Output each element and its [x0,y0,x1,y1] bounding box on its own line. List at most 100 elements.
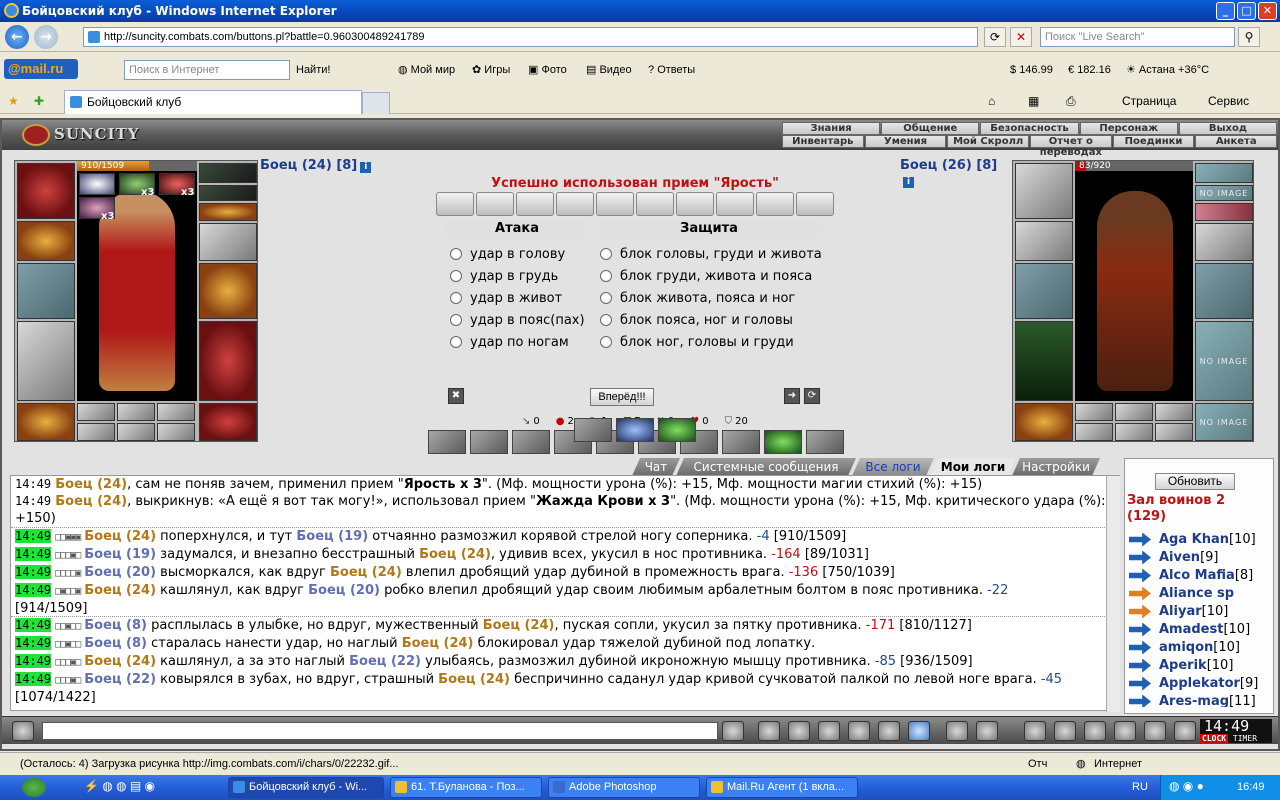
log-scrollbar[interactable] [1106,476,1120,712]
favorites-star-icon[interactable]: ★ [8,94,19,108]
task-agent[interactable]: Mail.Ru Агент (1 вкла... [706,777,858,798]
player-avatar[interactable]: x3 x3 x3 [77,171,197,401]
pocket-slot-2[interactable] [117,403,155,421]
lock-icon[interactable] [1144,721,1166,741]
enemy-offhand-slot[interactable] [1195,263,1253,319]
scroll-slot-4[interactable] [556,192,594,216]
photo-link[interactable]: ▣ Фото [528,60,567,80]
live-search-input[interactable]: Поиск "Live Search" [1040,27,1235,47]
add-favorites-icon[interactable]: ✚ [34,94,44,108]
weapon-slot[interactable] [17,263,75,319]
belt-slot[interactable] [17,403,75,441]
scroll-icon[interactable] [1084,721,1106,741]
refresh-battle-icon[interactable]: ⟳ [804,388,820,404]
service-menu[interactable]: Сервис [1208,94,1249,108]
close-button[interactable]: ✕ [1258,2,1277,20]
menu-security[interactable]: Безопасность [980,122,1079,135]
refresh-button[interactable]: Обновить [1155,473,1235,490]
attack-chest-option[interactable]: удар в грудь [446,266,558,288]
back-arrow-icon[interactable]: ← [5,25,29,49]
walk-icon[interactable] [848,721,870,741]
gloves-slot[interactable] [199,223,257,261]
go-button[interactable]: Вперёд!!! [590,388,654,406]
menu-skills[interactable]: Умения [864,135,947,148]
enemy-pocket-slot-1[interactable] [1075,403,1113,421]
enemy-amulet-slot[interactable] [1195,163,1253,183]
stop-icon[interactable]: ✕ [1010,27,1032,47]
enemy-avatar[interactable] [1075,171,1193,401]
page-menu[interactable]: Страница [1122,94,1176,108]
menu-profile[interactable]: Анкета [1195,135,1278,148]
pocket-slot-5[interactable] [117,423,155,441]
bracers-slot[interactable] [17,221,75,261]
language-indicator[interactable]: RU [1132,781,1148,793]
skill-3-icon[interactable] [512,430,550,454]
enemy-rings-slot[interactable] [1195,203,1253,221]
pocket-slot-6[interactable] [157,423,195,441]
menu-exit[interactable]: Выход [1178,122,1278,135]
mailru-logo[interactable]: @mail.ru [4,59,78,79]
attack-legs-option[interactable]: удар по ногам [446,332,569,354]
chat-input[interactable] [42,722,718,740]
leggings-slot[interactable] [199,321,257,401]
scroll-slot-6[interactable] [636,192,674,216]
tray-icons[interactable]: ◍ ◉ ● [1169,779,1204,793]
exit-icon[interactable] [1174,721,1196,741]
forward-icon[interactable]: ➜ [784,388,800,404]
enemy-pocket-slot-3[interactable] [1155,403,1193,421]
block-2-option[interactable]: блок груди, живота и пояса [596,266,812,288]
enemy-noimage-slot-1[interactable]: NO IMAGE [1195,185,1253,201]
tab-settings[interactable]: Настройки [1012,458,1100,476]
smile-icon[interactable] [946,721,968,741]
battle-log[interactable]: 14:49 Боец (24), сам не поняв зачем, при… [10,475,1120,711]
warrior-item[interactable]: amiqon[10] [1129,639,1240,657]
mailru-search-input[interactable]: Поиск в Интернет [124,60,290,80]
pocket-slot-1[interactable] [77,403,115,421]
enemy-belt-slot[interactable] [1015,403,1073,441]
enemy-helmet-slot[interactable] [1015,163,1073,219]
info-icon[interactable]: i [360,162,372,173]
warrior-item[interactable]: Ares-mag[11] [1129,693,1256,707]
money-value[interactable]: $ 146.99 [1010,60,1053,80]
shield-slot[interactable] [199,263,257,319]
refresh-icon[interactable]: ⟳ [984,27,1006,47]
new-tab-button[interactable] [362,92,390,114]
enter-icon[interactable] [722,721,744,741]
quill-icon[interactable] [1054,721,1076,741]
menu-character[interactable]: Персонаж [1079,122,1178,135]
skill-1-icon[interactable] [428,430,466,454]
eraser-icon[interactable] [758,721,780,741]
chat-head-icon[interactable] [12,721,34,741]
skill-13-icon[interactable] [658,418,696,442]
maximize-button[interactable]: □ [1237,2,1256,20]
scroll-slot-3[interactable] [516,192,554,216]
translit-icon[interactable] [878,721,900,741]
attack-head-option[interactable]: удар в голову [446,244,565,266]
enemy-weapon-slot[interactable] [1015,263,1073,319]
enemy-noimage-slot-2[interactable]: NO IMAGE [1195,321,1253,401]
warrior-item[interactable]: Applekator[9] [1129,675,1258,693]
pocket-slot-3[interactable] [157,403,195,421]
enemy-bracers-slot[interactable] [1015,221,1073,261]
gear-icon[interactable] [1114,721,1136,741]
filter-icon[interactable] [788,721,810,741]
block-4-option[interactable]: блок пояса, ног и головы [596,310,793,332]
block-3-option[interactable]: блок живота, пояса и ног [596,288,795,310]
player-name[interactable]: Боец (24) [8] i [260,158,372,173]
skill-10-icon[interactable] [806,430,844,454]
euro-value[interactable]: € 182.16 [1068,60,1111,80]
bottle-icon[interactable] [1024,721,1046,741]
helmet-slot[interactable] [17,163,75,219]
tab-my-logs[interactable]: Мои логи [930,458,1016,476]
tab-chat[interactable]: Чат [632,458,680,476]
games-link[interactable]: ✿ Игры [472,60,510,80]
start-button-icon[interactable] [22,778,46,797]
answers-link[interactable]: ? Ответы [648,60,695,80]
skill-8-icon[interactable] [722,430,760,454]
scroll-slot-5[interactable] [596,192,634,216]
menu-knowledge[interactable]: Знания [782,122,881,135]
block-5-option[interactable]: блок ног, головы и груди [596,332,794,354]
scroll-slot-7[interactable] [676,192,714,216]
emoticons-icon[interactable] [976,721,998,741]
ring-slot[interactable] [199,185,257,201]
